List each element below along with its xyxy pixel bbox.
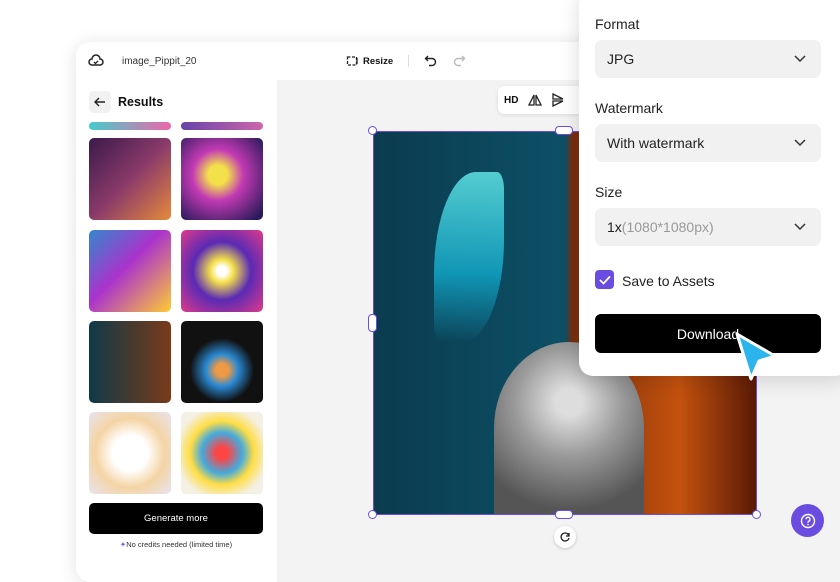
sidebar-title: Results	[118, 95, 164, 109]
hd-button[interactable]: HD	[504, 95, 518, 106]
result-thumbnail[interactable]	[89, 122, 171, 130]
undo-icon[interactable]	[424, 54, 438, 67]
result-thumbnail[interactable]	[181, 122, 263, 130]
project-name[interactable]: image_Pippit_20	[122, 56, 197, 67]
watermark-label: Watermark	[595, 100, 663, 116]
chevron-down-icon	[794, 55, 806, 63]
flip-vertical-icon[interactable]	[552, 93, 564, 107]
resize-handle[interactable]	[555, 510, 573, 519]
resize-handle[interactable]	[752, 510, 761, 519]
resize-icon	[346, 55, 359, 67]
save-to-assets-checkbox[interactable]	[595, 270, 614, 289]
result-thumbnail[interactable]	[181, 230, 263, 312]
result-thumbnail[interactable]	[181, 321, 263, 403]
resize-handle[interactable]	[368, 314, 377, 332]
format-select[interactable]: JPG	[595, 40, 821, 78]
export-panel: Format JPG Watermark With watermark Size…	[579, 0, 840, 376]
result-thumbnail[interactable]	[89, 230, 171, 312]
size-select[interactable]: 1x (1080*1080px)	[595, 208, 821, 246]
chevron-down-icon	[794, 139, 806, 147]
canvas-toolbar: HD	[498, 86, 588, 114]
check-icon	[598, 275, 611, 285]
resize-handle[interactable]	[555, 126, 573, 135]
arrow-left-icon	[94, 97, 105, 107]
help-button[interactable]	[791, 504, 824, 537]
resize-button[interactable]: Resize	[346, 55, 393, 67]
redo-icon[interactable]	[452, 54, 466, 67]
cloud-save-icon[interactable]	[88, 53, 104, 67]
cursor-pointer-icon	[735, 332, 777, 381]
result-thumbnail[interactable]	[181, 138, 263, 220]
help-icon	[800, 513, 815, 528]
credits-note: ✦No credits needed (limited time)	[119, 540, 233, 549]
result-thumbnail[interactable]	[89, 138, 171, 220]
back-button[interactable]	[89, 91, 111, 113]
size-label: Size	[595, 184, 623, 200]
generate-more-button[interactable]: Generate more	[89, 503, 263, 534]
format-label: Format	[595, 16, 640, 32]
result-thumbnail[interactable]	[89, 321, 171, 403]
save-to-assets-label: Save to Assets	[622, 273, 715, 289]
chevron-down-icon	[794, 223, 806, 231]
results-sidebar: Results Generate more ✦No credits needed…	[76, 80, 277, 582]
divider	[408, 55, 409, 67]
feather-artwork	[434, 172, 504, 342]
result-thumbnail[interactable]	[89, 412, 171, 494]
rotate-button[interactable]	[554, 526, 576, 548]
resize-handle[interactable]	[368, 510, 377, 519]
flip-horizontal-icon[interactable]	[528, 94, 543, 106]
rotate-icon	[560, 532, 570, 542]
download-button[interactable]: Download	[595, 314, 821, 353]
watermark-select[interactable]: With watermark	[595, 124, 821, 162]
resize-handle[interactable]	[368, 126, 377, 135]
result-thumbnail[interactable]	[181, 412, 263, 494]
